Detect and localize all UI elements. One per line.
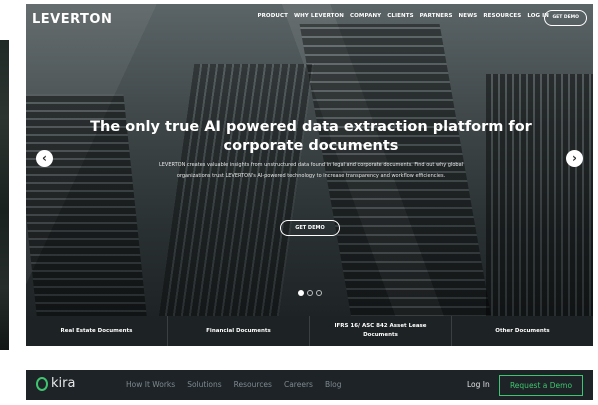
kira-logo-text: kira <box>51 376 76 391</box>
building-graphic <box>157 64 315 324</box>
carousel-next-icon[interactable]: › <box>566 150 583 167</box>
request-demo-button[interactable]: Request a Demo <box>499 375 583 396</box>
carousel-dot[interactable] <box>298 290 304 296</box>
nav-resources[interactable]: Resources <box>234 380 272 389</box>
kira-logo[interactable]: kira <box>36 376 75 391</box>
tab-real-estate-documents[interactable]: Real Estate Documents <box>26 316 168 346</box>
adjacent-screenshot-fragment <box>0 40 9 350</box>
carousel-prev-icon[interactable]: ‹ <box>36 150 53 167</box>
nav-blog[interactable]: Blog <box>325 380 342 389</box>
nav-solutions[interactable]: Solutions <box>187 380 221 389</box>
nav-news[interactable]: NEWS <box>459 13 478 19</box>
get-demo-nav-button[interactable]: GET DEMO <box>544 10 587 26</box>
tab-other-documents[interactable]: Other Documents <box>452 316 593 346</box>
leverton-logo[interactable]: LEVERTON <box>32 12 112 27</box>
nav-company[interactable]: COMPANY <box>350 13 381 19</box>
kira-logo-icon <box>36 376 48 391</box>
nav-partners[interactable]: PARTNERS <box>420 13 453 19</box>
document-type-bar: Real Estate Documents Financial Document… <box>26 316 593 346</box>
nav-careers[interactable]: Careers <box>284 380 313 389</box>
carousel-dot[interactable] <box>316 290 322 296</box>
kira-nav-links: How It Works Solutions Resources Careers… <box>126 380 342 389</box>
nav-why-leverton[interactable]: WHY LEVERTON <box>294 13 344 19</box>
leverton-top-nav: PRODUCT WHY LEVERTON COMPANY CLIENTS PAR… <box>257 13 549 19</box>
log-in-link[interactable]: Log In <box>467 380 490 389</box>
hero-subtext: LEVERTON creates valuable insights from … <box>158 162 464 179</box>
nav-how-it-works[interactable]: How It Works <box>126 380 175 389</box>
leverton-hero: LEVERTON PRODUCT WHY LEVERTON COMPANY CL… <box>26 4 593 346</box>
nav-resources[interactable]: RESOURCES <box>483 13 521 19</box>
carousel-indicators <box>298 290 322 296</box>
kira-navbar: kira How It Works Solutions Resources Ca… <box>26 370 593 400</box>
tab-ifrs16-asc842-documents[interactable]: IFRS 16/ ASC 842 Asset Lease Documents <box>310 316 452 346</box>
nav-clients[interactable]: CLIENTS <box>387 13 413 19</box>
building-graphic <box>486 74 593 334</box>
hero-headline: The only true AI powered data extraction… <box>90 119 532 154</box>
carousel-dot[interactable] <box>307 290 313 296</box>
nav-product[interactable]: PRODUCT <box>257 13 287 19</box>
get-demo-hero-button[interactable]: GET DEMO <box>280 220 340 236</box>
tab-financial-documents[interactable]: Financial Documents <box>168 316 310 346</box>
